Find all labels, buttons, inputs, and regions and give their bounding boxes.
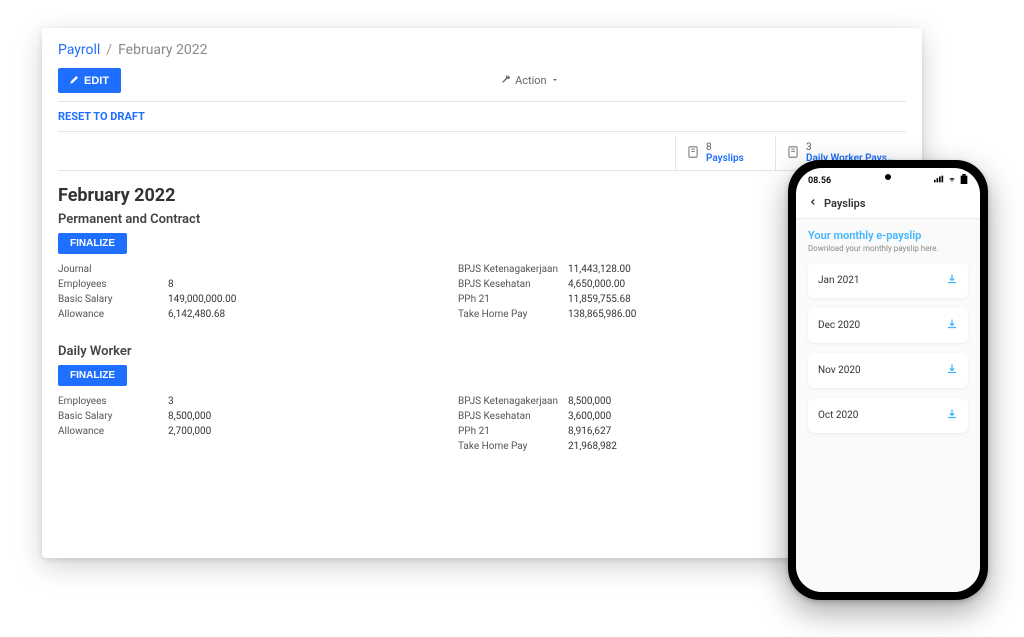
tab-payslips[interactable]: 8 Payslips xyxy=(675,136,775,170)
tab-payslips-label: Payslips xyxy=(706,153,744,164)
phone-mockup: 08.56 Payslips Your monthly e-payslip xyxy=(788,160,988,600)
bpjs-kesehatan-label: BPJS Kesehatan xyxy=(458,279,568,290)
phone-camera-icon xyxy=(885,174,891,180)
finalize-daily-button[interactable]: FINALIZE xyxy=(58,365,127,386)
signal-icon xyxy=(934,175,944,186)
payslip-item[interactable]: Nov 2020 xyxy=(808,353,968,388)
pencil-icon xyxy=(70,74,80,87)
employees-label: Employees xyxy=(58,279,168,290)
payslip-month: Oct 2020 xyxy=(818,410,858,421)
reset-bar: RESET TO DRAFT xyxy=(58,101,906,132)
breadcrumb-parent[interactable]: Payroll xyxy=(58,42,100,58)
reset-to-draft-button[interactable]: RESET TO DRAFT xyxy=(58,110,145,123)
allowance-label: Allowance xyxy=(58,309,168,320)
phone-header: Payslips xyxy=(796,189,980,219)
phone-status-bar: 08.56 xyxy=(796,168,980,189)
pph21-label: PPh 21 xyxy=(458,294,568,305)
edit-button[interactable]: EDIT xyxy=(58,68,121,93)
back-icon[interactable] xyxy=(808,197,818,210)
action-menu[interactable]: Action xyxy=(501,74,559,87)
tabs-row: 8 Payslips 3 Daily Worker Paysli... xyxy=(58,136,906,171)
breadcrumb-current: February 2022 xyxy=(118,42,207,58)
employees-value: 3 xyxy=(168,396,438,407)
employees-label: Employees xyxy=(58,396,168,407)
bpjs-ketenagakerjaan-label: BPJS Ketenagakerjaan xyxy=(458,264,568,275)
edit-label: EDIT xyxy=(84,75,109,87)
payslip-item[interactable]: Oct 2020 xyxy=(808,398,968,433)
wifi-icon xyxy=(947,175,957,186)
payslip-month: Nov 2020 xyxy=(818,365,861,376)
breadcrumb: Payroll / February 2022 xyxy=(58,42,906,58)
epayslip-title: Your monthly e-payslip xyxy=(808,229,968,242)
payslip-month: Dec 2020 xyxy=(818,320,860,331)
allowance-value: 2,700,000 xyxy=(168,426,438,437)
notebook-icon xyxy=(786,145,800,162)
take-home-pay-label: Take Home Pay xyxy=(458,309,568,320)
allowance-label: Allowance xyxy=(58,426,168,437)
download-icon[interactable] xyxy=(946,273,958,288)
pph21-label: PPh 21 xyxy=(458,426,568,437)
bpjs-kesehatan-label: BPJS Kesehatan xyxy=(458,411,568,422)
take-home-pay-label: Take Home Pay xyxy=(458,441,568,452)
download-icon[interactable] xyxy=(946,318,958,333)
action-label: Action xyxy=(515,74,547,87)
finalize-permanent-button[interactable]: FINALIZE xyxy=(58,233,127,254)
tab-daily-count: 3 xyxy=(806,142,896,153)
employees-value: 8 xyxy=(168,279,438,290)
payslip-item[interactable]: Dec 2020 xyxy=(808,308,968,343)
basic-salary-value: 149,000,000.00 xyxy=(168,294,438,305)
wrench-icon xyxy=(501,74,511,87)
basic-salary-label: Basic Salary xyxy=(58,294,168,305)
notebook-icon xyxy=(686,145,700,162)
phone-time: 08.56 xyxy=(808,176,831,186)
section-daily-title: Daily Worker xyxy=(58,344,906,359)
payslip-item[interactable]: Jan 2021 xyxy=(808,263,968,298)
section-daily: Daily Worker FINALIZE Employees3 Basic S… xyxy=(58,344,906,454)
basic-salary-value: 8,500,000 xyxy=(168,411,438,422)
period-title: February 2022 xyxy=(58,185,906,206)
breadcrumb-separator: / xyxy=(106,42,112,58)
phone-body: Your monthly e-payslip Download your mon… xyxy=(796,219,980,592)
section-permanent: Permanent and Contract FINALIZE Journal … xyxy=(58,212,906,322)
allowance-value: 6,142,480.68 xyxy=(168,309,438,320)
payslip-month: Jan 2021 xyxy=(818,275,859,286)
section-permanent-title: Permanent and Contract xyxy=(58,212,906,227)
phone-screen: 08.56 Payslips Your monthly e-payslip xyxy=(796,168,980,592)
bpjs-ketenagakerjaan-label: BPJS Ketenagakerjaan xyxy=(458,396,568,407)
phone-header-title: Payslips xyxy=(824,197,866,210)
basic-salary-label: Basic Salary xyxy=(58,411,168,422)
download-icon[interactable] xyxy=(946,408,958,423)
epayslip-subtitle: Download your monthly payslip here. xyxy=(808,244,968,253)
toolbar: EDIT Action xyxy=(58,68,906,93)
tab-payslips-count: 8 xyxy=(706,142,744,153)
chevron-down-icon xyxy=(551,74,559,87)
download-icon[interactable] xyxy=(946,363,958,378)
journal-label: Journal xyxy=(58,264,168,275)
battery-icon xyxy=(960,174,968,187)
